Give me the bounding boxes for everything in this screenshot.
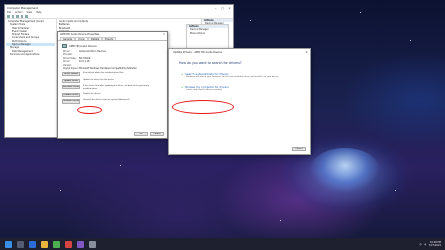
search-icon[interactable]: [17, 240, 24, 248]
star: [395, 190, 396, 191]
driver-info: Driver Provider: Advanced Micro Devices D…: [58, 50, 167, 70]
update-driver-button[interactable]: Update Driver: [62, 78, 80, 83]
wifi-icon[interactable]: ◔: [419, 243, 421, 246]
device-properties-dialog: AMD HD Audio Device Properties × General…: [57, 31, 168, 139]
button-description: If the device fails after updating the d…: [83, 85, 149, 90]
close-button[interactable]: ×: [226, 6, 233, 10]
field-label: Driver Provider:: [63, 50, 73, 57]
file-explorer-icon[interactable]: [41, 240, 48, 248]
close-icon[interactable]: ×: [303, 50, 310, 54]
highlight-circle: [77, 106, 102, 114]
cancel-button[interactable]: Cancel: [150, 131, 164, 136]
back-icon[interactable]: [7, 15, 10, 18]
highlight-oval: [172, 100, 234, 114]
search-automatically-option[interactable]: → Search automatically for drivers Window…: [169, 69, 310, 82]
speaker-icon: [62, 44, 67, 48]
tab-general[interactable]: General: [60, 37, 76, 41]
option-subtitle: Locate and install a driver manually.: [186, 88, 223, 91]
star: [60, 190, 61, 191]
app-icon[interactable]: [65, 240, 72, 248]
star: [250, 20, 251, 21]
button-row: Driver Details View details about the in…: [58, 70, 167, 77]
clock[interactable]: 10:09 PM 7/27/2021: [429, 241, 441, 247]
field-value: Advanced Micro Devices: [79, 50, 106, 53]
tab-driver[interactable]: Driver: [75, 37, 89, 41]
tab-events[interactable]: Events: [102, 37, 116, 41]
star: [360, 12, 361, 13]
field-value: Microsoft Windows Hardware Compatibility…: [79, 67, 137, 71]
star: [120, 165, 121, 166]
cancel-button[interactable]: Cancel: [292, 146, 306, 151]
search-question: How do you want to search for drivers?: [179, 61, 242, 65]
disable-device-button[interactable]: Disable Device: [62, 92, 80, 97]
device-header: AMD HD Audio Device: [58, 41, 167, 50]
taskbar: ◔ ◖ 10:09 PM 7/27/2021: [0, 238, 445, 250]
up-icon[interactable]: [16, 15, 19, 18]
device-name: AMD HD Audio Device: [69, 44, 97, 48]
help-icon[interactable]: [25, 15, 28, 18]
side-action-item[interactable]: More Actions: [187, 32, 228, 35]
star: [410, 40, 411, 41]
minimize-button[interactable]: –: [212, 6, 219, 10]
roll-back-driver-button[interactable]: Roll Back Driver: [62, 85, 80, 90]
browse-computer-option[interactable]: → Browse my computer for drivers Locate a…: [169, 82, 310, 95]
button-description: Uninstall the device from the system (Ad…: [83, 99, 130, 102]
field-value: 10.0.1.18: [79, 60, 90, 64]
button-description: Update the driver for this device.: [83, 78, 115, 81]
update-dialog-title: Update Drivers - AMD HD Audio Device: [173, 50, 222, 54]
uninstall-device-button[interactable]: Uninstall Device: [62, 99, 80, 104]
field-label: Driver Version:: [63, 60, 72, 67]
window-title: Computer Management: [7, 6, 38, 10]
option-title[interactable]: Browse my computer for drivers: [185, 85, 228, 89]
field-label: Digital Signer:: [63, 67, 79, 71]
volume-icon[interactable]: ◖: [424, 243, 425, 246]
driver-details-button[interactable]: Driver Details: [62, 71, 80, 76]
button-description: Disable the device.: [83, 92, 102, 95]
menu-help[interactable]: Help: [36, 11, 41, 15]
tab-details[interactable]: Details: [88, 37, 103, 41]
arrow-right-icon: →: [181, 72, 184, 76]
system-tray: ◔ ◖ 10:09 PM 7/27/2021: [419, 241, 445, 247]
arrow-right-icon: →: [181, 84, 184, 89]
button-row: Roll Back Driver If the device fails aft…: [58, 84, 167, 91]
ok-button[interactable]: OK: [134, 131, 148, 136]
button-row: Uninstall Device Uninstall the device fr…: [58, 98, 167, 105]
forward-icon[interactable]: [11, 15, 14, 18]
windows-start-icon[interactable]: [5, 240, 12, 248]
properties-icon[interactable]: [20, 15, 23, 18]
wallpaper-planet: [310, 148, 380, 192]
star: [280, 220, 281, 221]
dialog-title: AMD HD Audio Device Properties: [60, 33, 100, 36]
app-icon[interactable]: [77, 240, 84, 248]
tree-item[interactable]: Services and Applications: [6, 53, 55, 56]
edge-browser-icon[interactable]: [29, 240, 36, 248]
button-description: View details about the installed driver …: [83, 71, 124, 74]
settings-icon[interactable]: [89, 240, 96, 248]
dialog-footer: OK Cancel: [134, 131, 164, 136]
button-row: Disable Device Disable the device.: [58, 91, 167, 98]
button-row: Update Driver Update the driver for this…: [58, 77, 167, 84]
app-icon[interactable]: [53, 240, 60, 248]
close-icon[interactable]: ×: [161, 33, 167, 36]
console-tree: Computer Management (Local) System Tools…: [5, 19, 57, 137]
maximize-button[interactable]: □: [219, 6, 226, 10]
option-subtitle: Windows will search your computer for th…: [186, 76, 280, 78]
clock-date: 7/27/2021: [428, 244, 441, 247]
